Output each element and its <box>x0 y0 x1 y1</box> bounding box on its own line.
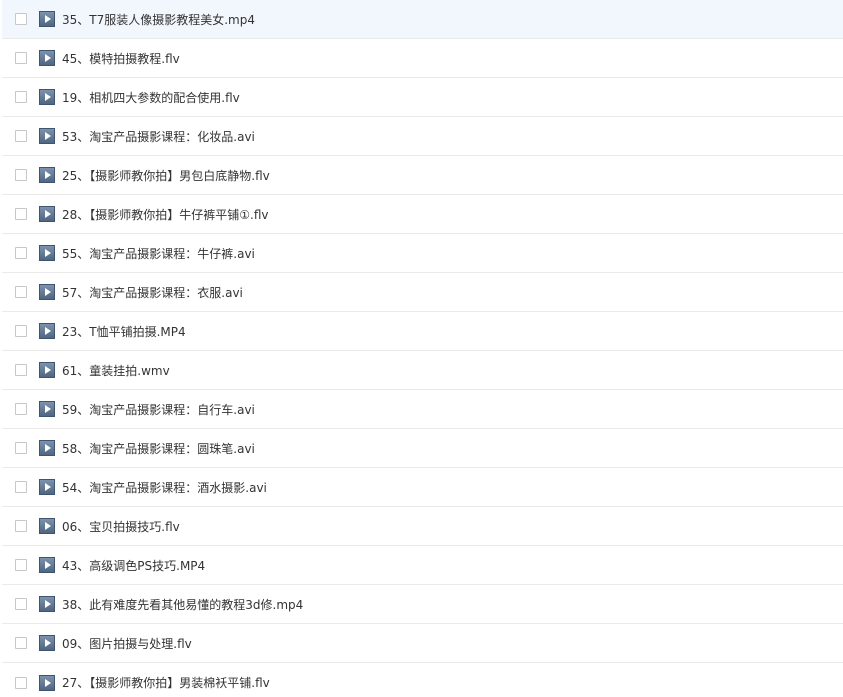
list-item[interactable]: 09、图片拍摄与处理.flv <box>2 624 843 663</box>
video-file-icon <box>39 479 55 495</box>
file-name[interactable]: 38、此有难度先看其他易懂的教程3d修.mp4 <box>62 596 303 613</box>
video-file-icon <box>39 284 55 300</box>
file-name[interactable]: 53、淘宝产品摄影课程：化妆品.avi <box>62 128 255 145</box>
list-item[interactable]: 54、淘宝产品摄影课程：酒水摄影.avi <box>2 468 843 507</box>
file-name[interactable]: 54、淘宝产品摄影课程：酒水摄影.avi <box>62 479 267 496</box>
video-file-icon <box>39 635 55 651</box>
checkbox[interactable] <box>15 520 27 532</box>
video-file-icon <box>39 167 55 183</box>
checkbox[interactable] <box>15 52 27 64</box>
video-file-icon <box>39 128 55 144</box>
list-item[interactable]: 59、淘宝产品摄影课程：自行车.avi <box>2 390 843 429</box>
file-name[interactable]: 35、T7服装人像摄影教程美女.mp4 <box>62 11 255 28</box>
checkbox[interactable] <box>15 247 27 259</box>
list-item[interactable]: 25、【摄影师教你拍】男包白底静物.flv <box>2 156 843 195</box>
video-file-icon <box>39 440 55 456</box>
video-file-icon <box>39 50 55 66</box>
list-item[interactable]: 23、T恤平铺拍摄.MP4 <box>2 312 843 351</box>
file-name[interactable]: 58、淘宝产品摄影课程：圆珠笔.avi <box>62 440 255 457</box>
file-name[interactable]: 57、淘宝产品摄影课程：衣服.avi <box>62 284 243 301</box>
checkbox[interactable] <box>15 208 27 220</box>
video-file-icon <box>39 557 55 573</box>
video-file-icon <box>39 674 55 691</box>
file-name[interactable]: 23、T恤平铺拍摄.MP4 <box>62 323 186 340</box>
video-file-icon <box>39 206 55 222</box>
video-file-icon <box>39 518 55 534</box>
video-file-icon <box>39 362 55 378</box>
list-item[interactable]: 19、相机四大参数的配合使用.flv <box>2 78 843 117</box>
checkbox[interactable] <box>15 442 27 454</box>
list-item[interactable]: 28、【摄影师教你拍】牛仔裤平铺①.flv <box>2 195 843 234</box>
file-name[interactable]: 61、童装挂拍.wmv <box>62 362 170 379</box>
video-file-icon <box>39 89 55 105</box>
file-name[interactable]: 43、高级调色PS技巧.MP4 <box>62 557 205 574</box>
file-name[interactable]: 55、淘宝产品摄影课程：牛仔裤.avi <box>62 245 255 262</box>
checkbox[interactable] <box>15 130 27 142</box>
list-item[interactable]: 06、宝贝拍摄技巧.flv <box>2 507 843 546</box>
list-item[interactable]: 38、此有难度先看其他易懂的教程3d修.mp4 <box>2 585 843 624</box>
checkbox[interactable] <box>15 13 27 25</box>
video-file-icon <box>39 596 55 612</box>
list-item[interactable]: 35、T7服装人像摄影教程美女.mp4 <box>2 0 843 39</box>
list-item[interactable]: 43、高级调色PS技巧.MP4 <box>2 546 843 585</box>
checkbox[interactable] <box>15 637 27 649</box>
checkbox[interactable] <box>15 91 27 103</box>
video-file-icon <box>39 323 55 339</box>
file-list: 35、T7服装人像摄影教程美女.mp4 45、模特拍摄教程.flv 19、相机四… <box>0 0 843 697</box>
file-name[interactable]: 45、模特拍摄教程.flv <box>62 50 180 67</box>
checkbox[interactable] <box>15 286 27 298</box>
list-item[interactable]: 58、淘宝产品摄影课程：圆珠笔.avi <box>2 429 843 468</box>
checkbox[interactable] <box>15 403 27 415</box>
video-file-icon <box>39 401 55 417</box>
video-file-icon <box>39 11 55 27</box>
list-item[interactable]: 45、模特拍摄教程.flv <box>2 39 843 78</box>
file-name[interactable]: 59、淘宝产品摄影课程：自行车.avi <box>62 401 255 418</box>
checkbox[interactable] <box>15 325 27 337</box>
checkbox[interactable] <box>15 598 27 610</box>
video-file-icon <box>39 245 55 261</box>
list-item[interactable]: 57、淘宝产品摄影课程：衣服.avi <box>2 273 843 312</box>
list-item[interactable]: 61、童装挂拍.wmv <box>2 351 843 390</box>
checkbox[interactable] <box>15 559 27 571</box>
file-name[interactable]: 06、宝贝拍摄技巧.flv <box>62 518 180 535</box>
checkbox[interactable] <box>15 676 27 689</box>
list-item[interactable]: 55、淘宝产品摄影课程：牛仔裤.avi <box>2 234 843 273</box>
file-name[interactable]: 25、【摄影师教你拍】男包白底静物.flv <box>62 167 270 184</box>
checkbox[interactable] <box>15 169 27 181</box>
checkbox[interactable] <box>15 364 27 376</box>
file-name[interactable]: 19、相机四大参数的配合使用.flv <box>62 89 240 106</box>
file-name[interactable]: 09、图片拍摄与处理.flv <box>62 635 192 652</box>
list-item[interactable]: 27、【摄影师教你拍】男装棉袄平铺.flv <box>2 663 843 697</box>
list-item[interactable]: 53、淘宝产品摄影课程：化妆品.avi <box>2 117 843 156</box>
checkbox[interactable] <box>15 481 27 493</box>
file-name[interactable]: 27、【摄影师教你拍】男装棉袄平铺.flv <box>62 674 270 691</box>
file-name[interactable]: 28、【摄影师教你拍】牛仔裤平铺①.flv <box>62 206 269 223</box>
